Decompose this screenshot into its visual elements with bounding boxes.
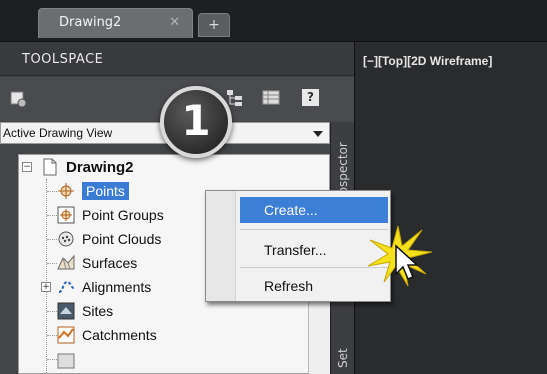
table-view-icon[interactable] [262,89,280,107]
tree-connector [47,239,57,240]
sites-icon [57,302,75,320]
points-icon [58,183,74,199]
tree-item-alignments[interactable]: Alignments [57,275,151,299]
document-tab-bar: Drawing2 ✕ + [0,0,547,42]
context-menu-gutter [206,191,236,301]
menu-item-create[interactable]: Create... [240,197,388,223]
tree-guide-line [46,179,47,373]
close-icon[interactable]: ✕ [169,15,180,30]
tree-item-label: Catchments [82,327,157,343]
view-select-value: Active Drawing View [3,126,113,140]
drawing-document-icon [43,158,57,176]
tree-expander[interactable]: − [22,162,32,172]
chevron-down-icon [313,131,323,137]
alignments-icon [58,280,75,293]
toolspace-title: TOOLSPACE [22,52,104,67]
tab-drawing2[interactable]: Drawing2 ✕ [38,8,193,38]
toolspace-options-icon[interactable] [10,91,28,107]
tree-item-point-clouds[interactable]: Point Clouds [57,227,161,251]
viewport-controls-label[interactable]: [−][Top][2D Wireframe] [363,54,492,68]
tree-item-points[interactable]: Points [57,179,129,203]
toolspace-header: TOOLSPACE [0,42,354,76]
tree-item-label: Surfaces [82,255,138,271]
tree-connector [47,263,57,264]
tree-item-surfaces[interactable]: Surfaces [57,251,137,275]
tree-connector [47,335,57,336]
tree-root-drawing2[interactable]: Drawing2 [41,155,134,179]
new-tab-button[interactable]: + [198,13,230,37]
click-cursor-icon [367,225,433,287]
tree-item-point-groups[interactable]: Point Groups [57,203,164,227]
tree-connector [47,191,57,192]
tree-item-label: Sites [82,303,114,319]
step-callout-badge: 1 [160,86,232,158]
tree-item-sites[interactable]: Sites [57,299,113,323]
side-tab-settings[interactable]: Set [336,348,350,368]
tree-item-label: Alignments [82,279,152,295]
tree-connector [47,359,57,360]
tree-expander[interactable]: + [41,282,51,292]
tree-item-label: Points [82,182,129,200]
tree-connector [47,311,57,312]
tree-item-catchments[interactable]: Catchments [57,323,157,347]
tree-structure-icon[interactable] [226,89,244,107]
partial-tree-icon [57,353,75,369]
surfaces-icon [57,254,75,270]
tree-item-label: Point Clouds [82,231,162,247]
help-button[interactable]: ? [302,89,319,106]
tree-item-label: Point Groups [82,207,164,223]
tree-root-label: Drawing2 [66,158,134,176]
point-clouds-icon [58,231,74,247]
point-groups-icon [57,206,75,224]
tree-connector [47,215,57,216]
tab-label: Drawing2 [59,15,122,30]
catchments-icon [57,326,75,344]
